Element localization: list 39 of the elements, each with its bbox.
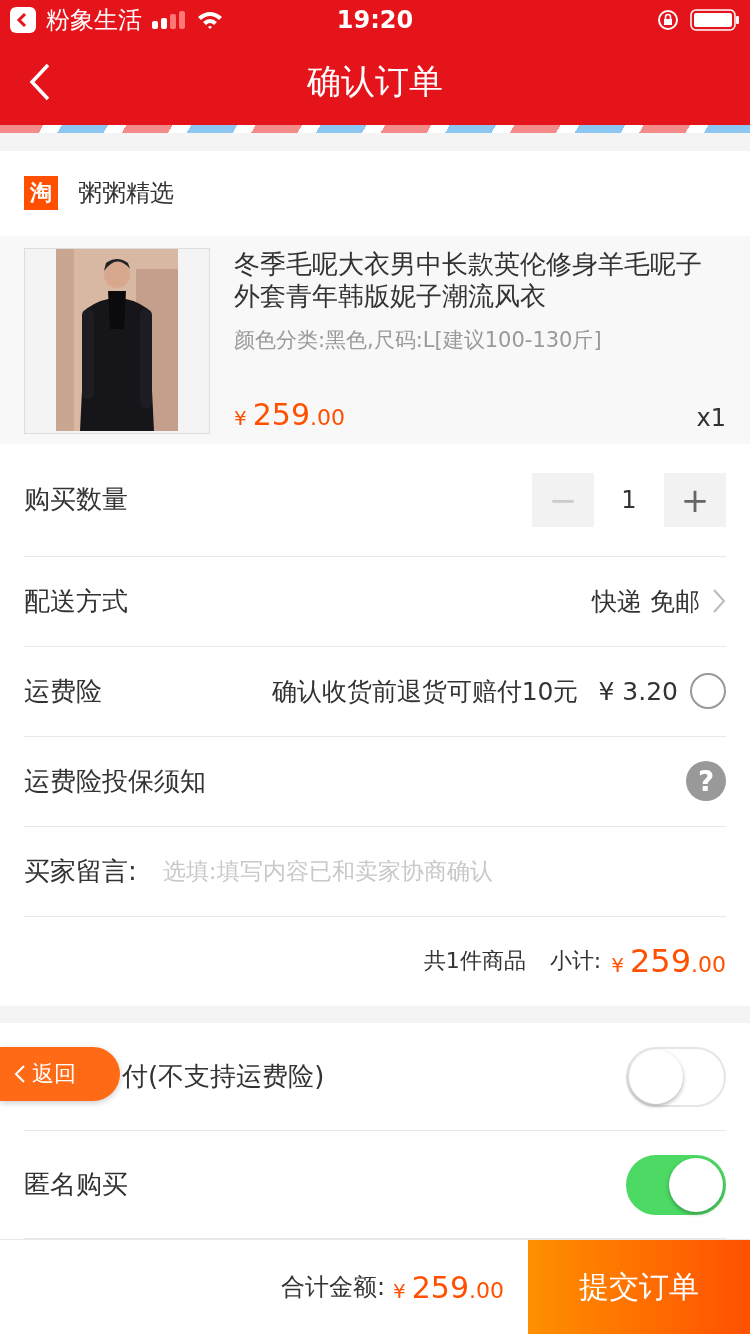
back-icon[interactable] [28,62,52,103]
rotation-lock-icon [656,8,680,32]
insurance-checkbox[interactable] [690,673,726,710]
total-label: 合计金额: [280,1272,385,1304]
option-label: 匿名购买 [24,1168,128,1202]
insurance-label: 运费险 [24,674,102,708]
product-title[interactable]: 冬季毛呢大衣男中长款英伦修身羊毛呢子外套青年韩版妮子潮流风衣 [234,247,726,312]
option-label: 付(不支持运费险) [122,1060,325,1094]
message-label: 买家留言: [24,854,137,888]
product-count: x1 [696,403,726,432]
battery-icon [690,9,740,31]
status-time: 19:20 [336,6,414,34]
quantity-value: 1 [620,485,638,514]
insurance-description: 确认收货前退货可赔付10元 [271,675,579,708]
total-price: ¥ 259.00 [393,1269,504,1305]
shipping-label: 配送方式 [24,584,128,618]
back-chevron-icon [14,1064,26,1085]
product-price: ¥ 259.00 [234,396,345,432]
wifi-icon [196,10,224,30]
shop-logo: 淘 [24,176,58,211]
insurance-notice-label[interactable]: 运费险投保须知 [24,763,206,799]
help-icon[interactable]: ? [686,761,726,802]
back-app-icon[interactable] [10,7,36,33]
shipping-value[interactable]: 快递 免邮 [592,584,700,618]
plus-button[interactable]: + [664,472,726,527]
product-spec: 颜色分类:黑色,尺码:L[建议100-130斤] [234,326,603,354]
signal-icon [152,11,186,29]
back-app-link[interactable]: 粉象生活 [46,4,142,36]
page-title: 确认订单 [307,60,443,104]
item-count: 共1件商品 [423,947,526,976]
submit-order-button[interactable]: 提交订单 [528,1240,750,1334]
chevron-right-icon[interactable] [712,588,726,615]
shop-name[interactable]: 粥粥精选 [78,177,174,210]
quantity-label: 购买数量 [24,483,128,517]
subtotal-label: 小计: [549,947,602,976]
subtotal-price: ¥ 259.00 [611,942,726,981]
insurance-price: ¥ 3.20 [598,676,678,706]
toggle-switch[interactable] [626,1154,726,1215]
floating-back-button[interactable]: 返回 [0,1047,120,1102]
